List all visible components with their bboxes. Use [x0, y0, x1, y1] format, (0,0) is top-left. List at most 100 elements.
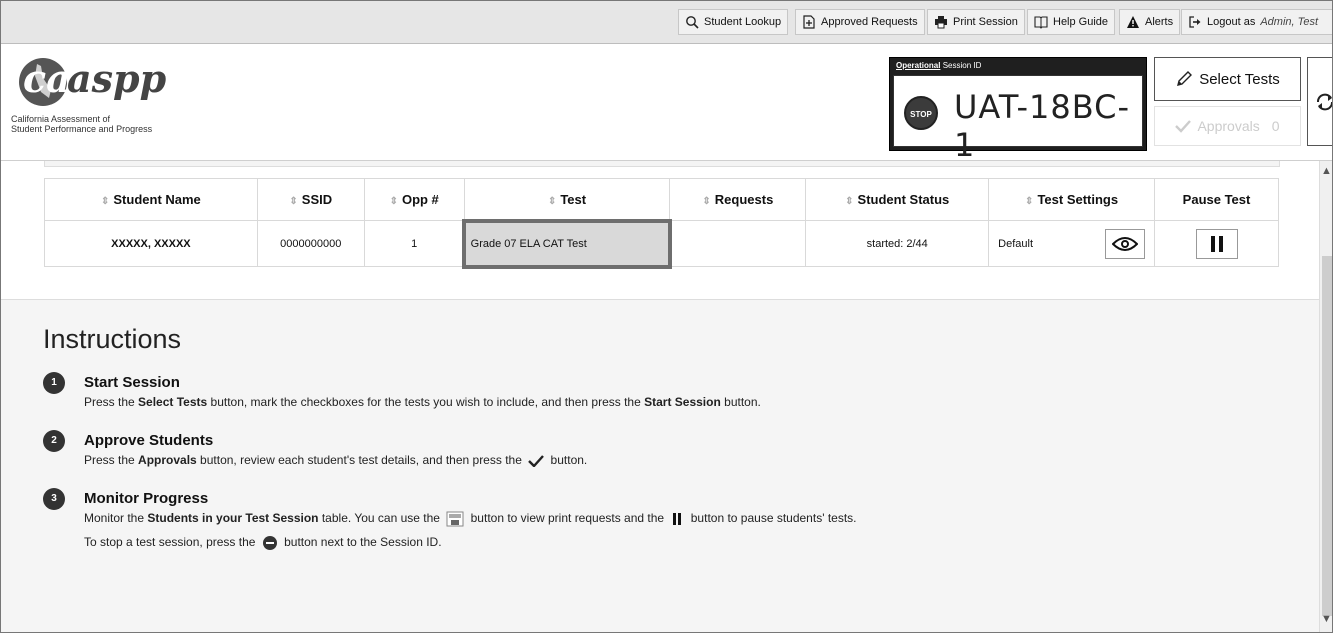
- session-label-text: Session ID: [942, 61, 982, 70]
- stop-icon: [262, 536, 277, 550]
- cell-test[interactable]: Grade 07 ELA CAT Test: [462, 218, 672, 269]
- warning-icon: [1127, 16, 1139, 28]
- logout-button[interactable]: Logout as Admin, Test: [1181, 9, 1332, 35]
- sort-icon: ⇕: [289, 196, 298, 207]
- alerts-button[interactable]: Alerts: [1119, 9, 1181, 35]
- print-session-button[interactable]: Print Session: [927, 9, 1025, 35]
- logo-subtitle: California Assessment of Student Perform…: [11, 114, 152, 134]
- text-bold: Students in your Test Session: [147, 511, 319, 526]
- text: button, mark the checkboxes for the test…: [207, 395, 645, 409]
- step-number: 1: [43, 372, 65, 394]
- header: ca aspp California Assessment of Student…: [1, 44, 1332, 164]
- text: Monitor the: [84, 511, 148, 526]
- scroll-thumb[interactable]: [1322, 256, 1332, 616]
- print-request-icon: [446, 511, 464, 527]
- check-icon: [1175, 120, 1192, 133]
- student-lookup-label: Student Lookup: [704, 16, 782, 28]
- logged-in-user: Admin, Test: [1260, 16, 1319, 28]
- printer-icon: [935, 16, 947, 29]
- cell-student-name: XXXXX, XXXXX: [44, 220, 258, 267]
- sort-icon: ⇕: [389, 196, 398, 207]
- pause-icon: [1210, 235, 1223, 252]
- step-text: Press the Select Tests button, mark the …: [84, 395, 761, 409]
- alerts-label: Alerts: [1145, 16, 1174, 28]
- table-row: XXXXX, XXXXX 0000000000 1 Grade 07 ELA C…: [44, 218, 1279, 269]
- text: Press the: [84, 395, 139, 409]
- logo-subtitle-line2: Student Performance and Progress: [11, 124, 153, 134]
- step-text: Monitor the Students in your Test Sessio…: [84, 511, 857, 527]
- text: button next to the Session ID.: [280, 535, 442, 550]
- text: button to view print requests and the: [467, 511, 668, 526]
- vertical-scrollbar[interactable]: ▲ ▼: [1319, 161, 1332, 632]
- approvals-label: Approvals: [1197, 118, 1260, 134]
- session-label: Operational Session ID: [896, 61, 981, 70]
- col-label: Student Name: [113, 192, 201, 207]
- scroll-down-icon[interactable]: ▼: [1321, 613, 1332, 625]
- cell-student-status: started: 2/44: [805, 220, 990, 267]
- text: button.: [720, 395, 761, 409]
- students-table: ⇕ Student Name ⇕ SSID ⇕ Opp # ⇕ Test ⇕ Reques…: [44, 178, 1279, 269]
- col-label: Test Settings: [1037, 192, 1119, 207]
- app-frame: Student Lookup Approved Requests Print S…: [0, 0, 1333, 633]
- stop-session-button[interactable]: STOP: [904, 96, 938, 130]
- col-label: Test: [560, 192, 587, 207]
- approved-requests-label: Approved Requests: [821, 16, 918, 28]
- cell-ssid: 0000000000: [256, 220, 365, 267]
- col-label: Requests: [714, 192, 774, 207]
- step-text: Press the Approvals button, review each …: [84, 453, 587, 467]
- eye-icon: [1112, 236, 1139, 251]
- text: To stop a test session, press the: [84, 535, 259, 550]
- col-pause-test: Pause Test: [1154, 178, 1279, 221]
- caaspp-logo: ca aspp California Assessment of Student…: [11, 54, 231, 149]
- refresh-button[interactable]: [1307, 57, 1332, 146]
- approved-requests-button[interactable]: Approved Requests: [795, 9, 925, 35]
- sort-icon: ⇕: [547, 196, 557, 207]
- step-title: Start Session: [84, 374, 180, 391]
- col-student-name[interactable]: ⇕ Student Name: [44, 178, 258, 221]
- col-test[interactable]: ⇕ Test: [463, 178, 671, 221]
- step-text-line2: To stop a test session, press the button…: [84, 535, 442, 551]
- main-content: ⇕ Student Name ⇕ SSID ⇕ Opp # ⇕ Test ⇕ Reques…: [1, 161, 1319, 632]
- svg-text:ca: ca: [23, 56, 71, 101]
- print-session-label: Print Session: [953, 16, 1018, 28]
- col-test-settings[interactable]: ⇕ Test Settings: [988, 178, 1156, 221]
- help-guide-button[interactable]: Help Guide: [1027, 9, 1116, 35]
- check-icon: [528, 455, 545, 467]
- text: Press the: [84, 453, 139, 467]
- text-bold: Approvals: [138, 453, 197, 467]
- col-label: Pause Test: [1182, 192, 1251, 207]
- sort-icon: ⇕: [845, 196, 854, 207]
- view-settings-button[interactable]: [1105, 228, 1146, 259]
- logout-icon: [1189, 16, 1201, 28]
- sort-icon: ⇕: [101, 196, 110, 207]
- session-id-display: STOP UAT-18BC-1: [893, 75, 1143, 164]
- approvals-count: 0: [1271, 118, 1280, 134]
- cell-opp: 1: [363, 220, 465, 267]
- col-label: SSID: [301, 192, 333, 207]
- col-ssid[interactable]: ⇕ SSID: [256, 178, 365, 221]
- step-title: Approve Students: [84, 432, 214, 449]
- step-title: Monitor Progress: [84, 490, 209, 507]
- text: button, review each student's test detai…: [196, 453, 526, 467]
- pause-test-button[interactable]: [1195, 228, 1238, 259]
- col-opp[interactable]: ⇕ Opp #: [363, 178, 465, 221]
- top-nav: Student Lookup Approved Requests Print S…: [1, 1, 1332, 44]
- step-number: 2: [43, 430, 65, 452]
- help-guide-label: Help Guide: [1053, 16, 1109, 28]
- text: button.: [547, 453, 588, 467]
- sort-icon: ⇕: [1025, 196, 1034, 207]
- col-requests[interactable]: ⇕ Requests: [669, 178, 807, 221]
- student-lookup-button[interactable]: Student Lookup: [678, 9, 789, 35]
- instructions-title: Instructions: [43, 324, 182, 354]
- session-id: UAT-18BC-1: [954, 88, 1130, 164]
- stop-icon: STOP: [910, 110, 932, 119]
- step-number: 3: [43, 488, 65, 510]
- text-bold: Start Session: [644, 395, 721, 409]
- approvals-button[interactable]: Approvals 0: [1154, 106, 1301, 146]
- col-student-status[interactable]: ⇕ Student Status: [805, 178, 990, 221]
- table-top-strip: [44, 161, 1280, 167]
- session-label-operational: Operational: [896, 61, 941, 70]
- table-header-row: ⇕ Student Name ⇕ SSID ⇕ Opp # ⇕ Test ⇕ Reques…: [44, 178, 1279, 221]
- select-tests-button[interactable]: Select Tests: [1154, 57, 1301, 101]
- scroll-up-icon[interactable]: ▲: [1321, 165, 1332, 177]
